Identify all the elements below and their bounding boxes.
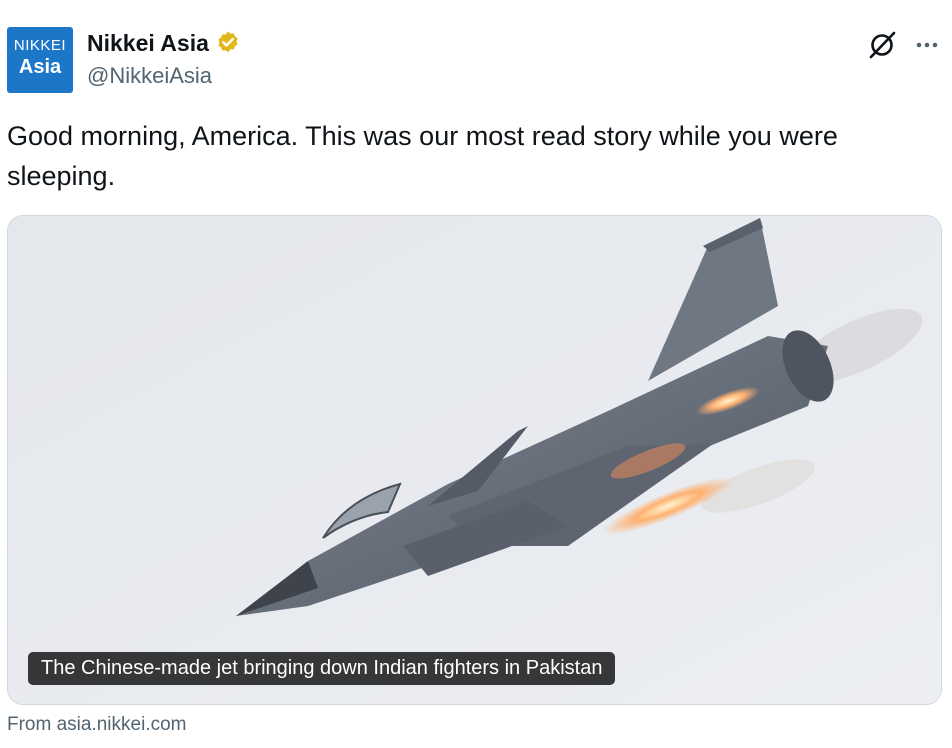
card-caption: The Chinese-made jet bringing down India… <box>28 652 616 685</box>
fighter-jet-photo <box>8 216 941 704</box>
author-name[interactable]: Nikkei Asia <box>87 28 209 58</box>
grok-icon[interactable] <box>866 28 900 62</box>
verified-badge-icon <box>215 30 241 56</box>
avatar[interactable]: NIKKEI Asia <box>7 27 73 93</box>
author-handle[interactable]: @NikkeiAsia <box>87 62 212 90</box>
more-options-icon[interactable] <box>912 30 942 60</box>
avatar-line-2: Asia <box>18 56 62 78</box>
link-card-image[interactable] <box>7 215 942 705</box>
avatar-line-1: NIKKEI <box>13 37 67 54</box>
author-name-row[interactable]: Nikkei Asia <box>87 28 241 58</box>
card-source-link[interactable]: From asia.nikkei.com <box>7 713 187 737</box>
tweet-text: Good morning, America. This was our most… <box>7 121 838 191</box>
